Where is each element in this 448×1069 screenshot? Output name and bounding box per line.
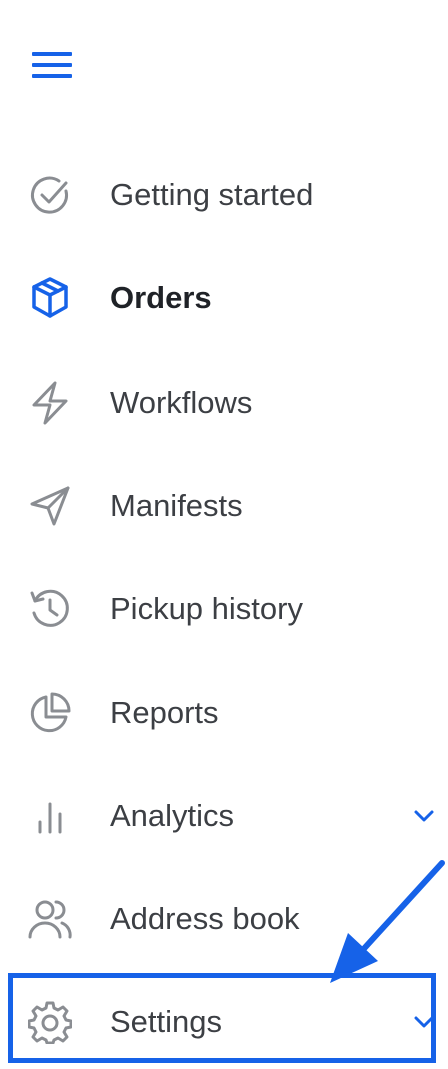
sidebar-item-settings[interactable]: Settings xyxy=(0,986,448,1058)
bar-chart-icon xyxy=(26,792,74,840)
sidebar-item-manifests[interactable]: Manifests xyxy=(0,470,448,542)
sidebar-item-label: Analytics xyxy=(110,798,235,833)
sidebar: Getting started Orders Workflows Manifes… xyxy=(0,0,448,1069)
sidebar-item-label: Orders xyxy=(110,280,212,315)
sidebar-item-reports[interactable]: Reports xyxy=(0,677,448,749)
sidebar-item-orders[interactable]: Orders xyxy=(0,262,448,334)
sidebar-item-address-book[interactable]: Address book xyxy=(0,883,448,955)
sidebar-item-getting-started[interactable]: Getting started xyxy=(0,159,448,231)
sidebar-item-label: Address book xyxy=(110,901,300,936)
sidebar-item-label: Getting started xyxy=(110,177,314,212)
sidebar-item-label: Pickup history xyxy=(110,591,303,626)
box-icon xyxy=(26,274,74,322)
sidebar-item-workflows[interactable]: Workflows xyxy=(0,367,448,439)
pie-chart-icon xyxy=(26,689,74,737)
chevron-down-icon[interactable] xyxy=(410,802,438,830)
sidebar-item-label: Manifests xyxy=(110,488,243,523)
hamburger-menu-button[interactable] xyxy=(30,40,84,90)
check-circle-icon xyxy=(26,171,74,219)
gear-icon xyxy=(26,998,74,1046)
history-icon xyxy=(26,585,74,633)
sidebar-item-label: Reports xyxy=(110,695,219,730)
sidebar-item-label: Workflows xyxy=(110,385,253,420)
sidebar-item-label: Settings xyxy=(110,1004,223,1039)
users-icon xyxy=(26,895,74,943)
send-icon xyxy=(26,482,74,530)
sidebar-item-pickup-history[interactable]: Pickup history xyxy=(0,573,448,645)
hamburger-menu-icon xyxy=(32,52,72,78)
sidebar-item-analytics[interactable]: Analytics xyxy=(0,780,448,852)
chevron-down-icon[interactable] xyxy=(410,1008,438,1036)
lightning-icon xyxy=(26,379,74,427)
